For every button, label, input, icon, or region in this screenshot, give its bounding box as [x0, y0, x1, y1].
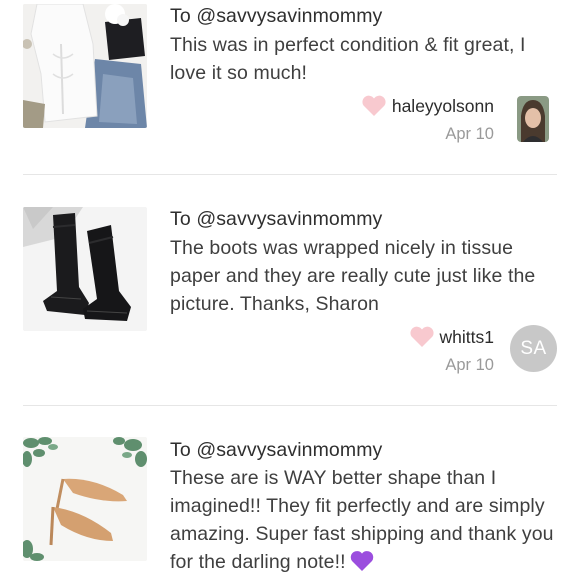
reviewer-row: whitts1	[409, 325, 494, 349]
recipient-line: To @savvysavinmommy	[170, 5, 383, 27]
review-date: Apr 10	[445, 125, 494, 143]
user-photo-avatar-icon[interactable]	[517, 96, 549, 142]
review-message: These are is WAY better shape than I ima…	[170, 464, 565, 576]
listing-thumbnail[interactable]	[23, 437, 147, 561]
black-boots-photo-icon	[23, 207, 147, 331]
heart-icon	[362, 95, 386, 116]
nude-heels-photo-icon	[23, 437, 147, 561]
purple-heart-icon	[350, 551, 373, 571]
review-date: Apr 10	[445, 356, 494, 374]
recipient-line: To @savvysavinmommy	[170, 208, 383, 230]
review-meta: haleyyolsonn Apr 10	[361, 94, 494, 144]
review-card: To @savvysavinmommy The boots was wrappe…	[0, 176, 580, 406]
heart-icon	[409, 326, 434, 347]
initials-avatar[interactable]: SA	[510, 325, 557, 372]
divider	[23, 405, 557, 406]
divider	[23, 174, 557, 175]
reviewer-username[interactable]: haleyyolsonn	[392, 96, 494, 117]
review-meta: whitts1 Apr 10	[409, 325, 494, 375]
white-top-photo-icon	[23, 4, 147, 128]
review-message: This was in perfect condition & fit grea…	[170, 34, 526, 84]
listing-thumbnail[interactable]	[23, 207, 147, 331]
listing-thumbnail[interactable]	[23, 4, 147, 128]
recipient-line: To @savvysavinmommy	[170, 439, 383, 461]
reviewer-row: haleyyolsonn	[361, 94, 494, 118]
review-card: To @savvysavinmommy These are is WAY bet…	[0, 407, 580, 580]
review-message: The boots was wrapped nicely in tissue p…	[170, 237, 536, 315]
review-card: To @savvysavinmommy This was in perfect …	[0, 0, 580, 175]
reviewer-username[interactable]: whitts1	[440, 327, 494, 348]
